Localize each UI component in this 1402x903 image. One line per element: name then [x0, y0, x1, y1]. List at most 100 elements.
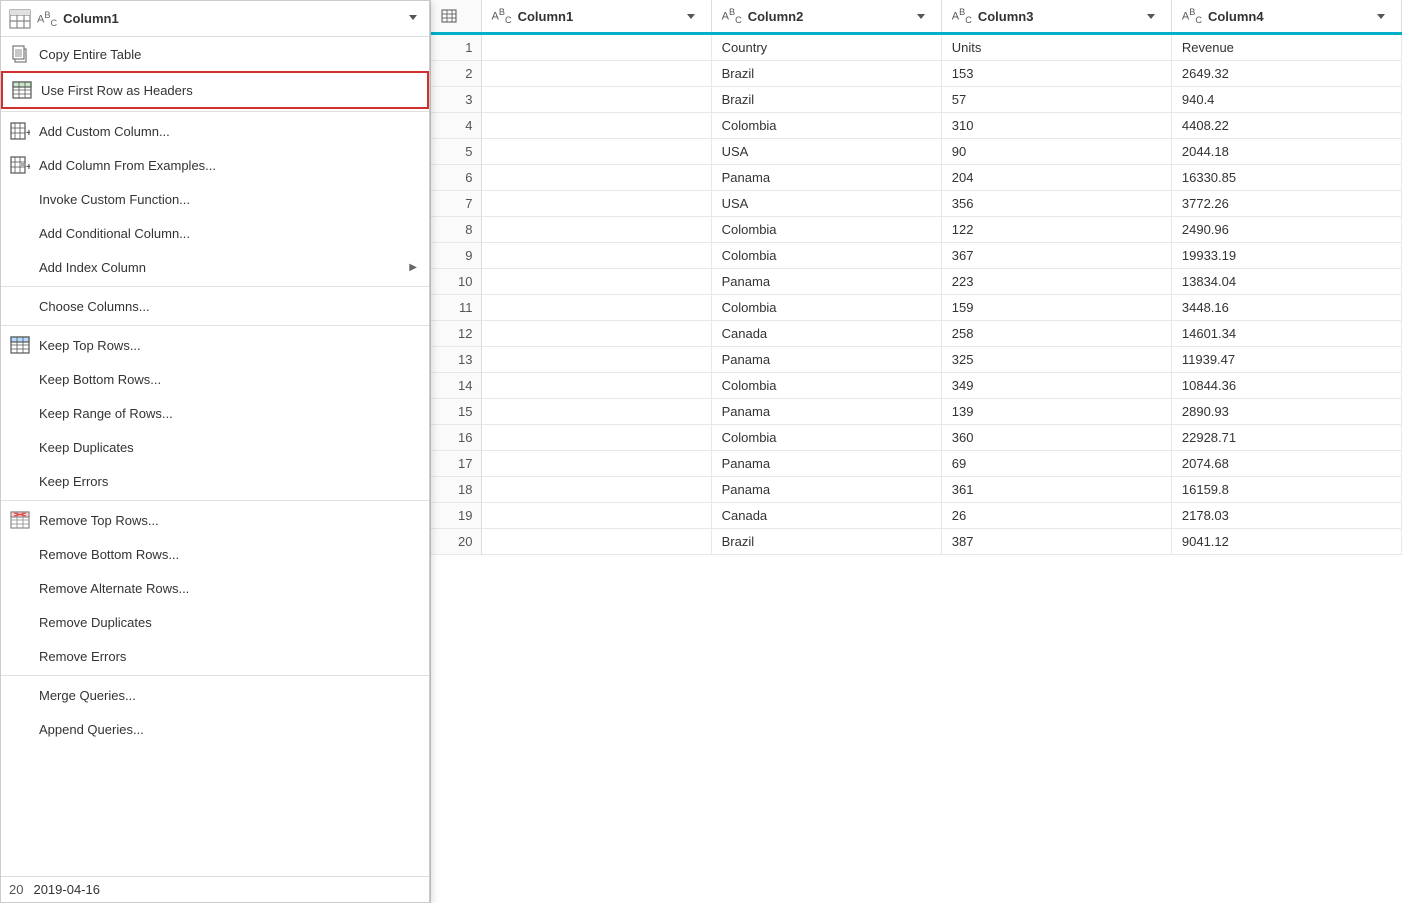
menu-item-remove-errors[interactable]: Remove Errors	[1, 639, 429, 673]
cell-18-col4: 2178.03	[1171, 503, 1401, 529]
col4-header: ABC Column4	[1171, 0, 1401, 34]
table-row: 10Panama22313834.04	[431, 269, 1402, 295]
menu-item-add-index-column[interactable]: Add Index Column ▶	[1, 250, 429, 284]
cell-8-col4: 19933.19	[1171, 243, 1401, 269]
remove-top-rows-label: Remove Top Rows...	[39, 513, 417, 528]
cell-18-col1	[481, 503, 711, 529]
cell-7-col3: 122	[941, 217, 1171, 243]
separator-4	[1, 500, 429, 501]
cell-1-col2: Brazil	[711, 61, 941, 87]
cell-3-col3: 310	[941, 113, 1171, 139]
col4-dropdown[interactable]	[1371, 6, 1391, 26]
col3-dropdown[interactable]	[1141, 6, 1161, 26]
add-col-examples-icon: +	[9, 154, 31, 176]
table-body: 1CountryUnitsRevenue2Brazil1532649.323Br…	[431, 34, 1402, 555]
table-row: 20Brazil3879041.12	[431, 529, 1402, 555]
menu-item-remove-top-rows[interactable]: Remove Top Rows...	[1, 503, 429, 537]
row-num-cell: 10	[431, 269, 481, 295]
menu-item-keep-range-rows[interactable]: Keep Range of Rows...	[1, 396, 429, 430]
index-col-arrow: ▶	[409, 262, 417, 273]
remove-errors-label: Remove Errors	[39, 649, 417, 664]
append-icon	[9, 718, 31, 740]
table-row: 2Brazil1532649.32	[431, 61, 1402, 87]
remove-top-svg	[10, 511, 30, 529]
bottom-row-date: 2019-04-16	[33, 882, 100, 897]
row-num-cell: 4	[431, 113, 481, 139]
add-custom-column-label: Add Custom Column...	[39, 124, 417, 139]
cell-12-col4: 11939.47	[1171, 347, 1401, 373]
remove-top-icon	[9, 509, 31, 531]
index-col-icon	[9, 256, 31, 278]
row-num-cell: 14	[431, 373, 481, 399]
remove-bottom-icon	[9, 543, 31, 565]
column1-header-label: Column1	[63, 11, 119, 26]
menu-item-choose-columns[interactable]: Choose Columns...	[1, 289, 429, 323]
cell-2-col2: Brazil	[711, 87, 941, 113]
menu-item-add-column-from-examples[interactable]: + Add Column From Examples...	[1, 148, 429, 182]
cell-19-col2: Brazil	[711, 529, 941, 555]
menu-item-remove-alternate-rows[interactable]: Remove Alternate Rows...	[1, 571, 429, 605]
menu-item-keep-duplicates[interactable]: Keep Duplicates	[1, 430, 429, 464]
cell-17-col4: 16159.8	[1171, 477, 1401, 503]
cell-5-col4: 16330.85	[1171, 165, 1401, 191]
menu-header: ABC Column1	[1, 1, 429, 37]
cell-19-col4: 9041.12	[1171, 529, 1401, 555]
cell-12-col2: Panama	[711, 347, 941, 373]
table-row: 4 Colombia3104408.22	[431, 113, 1402, 139]
table-row: 6Panama20416330.85	[431, 165, 1402, 191]
add-col-ex-svg: +	[10, 156, 30, 174]
col3-header: ABC Column3	[941, 0, 1171, 34]
cell-3-col2: Colombia	[711, 113, 941, 139]
menu-item-remove-bottom-rows[interactable]: Remove Bottom Rows...	[1, 537, 429, 571]
menu-item-keep-bottom-rows[interactable]: Keep Bottom Rows...	[1, 362, 429, 396]
menu-item-invoke-custom-function[interactable]: Invoke Custom Function...	[1, 182, 429, 216]
use-first-row-label: Use First Row as Headers	[41, 83, 415, 98]
cell-7-col1	[481, 217, 711, 243]
table-row: 14Colombia34910844.36	[431, 373, 1402, 399]
col2-dropdown[interactable]	[911, 6, 931, 26]
menu-item-keep-errors[interactable]: Keep Errors	[1, 464, 429, 498]
table-row: 15Panama1392890.93	[431, 399, 1402, 425]
menu-item-copy-entire-table[interactable]: Copy Entire Table	[1, 37, 429, 71]
data-table-area: ABC Column1 ABC Column2	[430, 0, 1402, 903]
context-menu: ABC Column1 Copy Entir	[0, 0, 430, 903]
col4-label: Column4	[1208, 9, 1264, 24]
add-col-examples-label: Add Column From Examples...	[39, 158, 417, 173]
cell-18-col2: Canada	[711, 503, 941, 529]
menu-item-remove-duplicates[interactable]: Remove Duplicates	[1, 605, 429, 639]
column-dropdown-arrow[interactable]	[405, 9, 421, 28]
col4-type: ABC	[1182, 7, 1202, 25]
separator-2	[1, 286, 429, 287]
cell-6-col1	[481, 191, 711, 217]
cell-3-col4: 4408.22	[1171, 113, 1401, 139]
menu-item-merge-queries[interactable]: Merge Queries...	[1, 678, 429, 712]
remove-duplicates-label: Remove Duplicates	[39, 615, 417, 630]
cell-12-col1	[481, 347, 711, 373]
cell-13-col1	[481, 373, 711, 399]
cell-8-col2: Colombia	[711, 243, 941, 269]
cell-9-col3: 223	[941, 269, 1171, 295]
cell-9-col1	[481, 269, 711, 295]
append-queries-label: Append Queries...	[39, 722, 417, 737]
cell-18-col3: 26	[941, 503, 1171, 529]
cell-11-col3: 258	[941, 321, 1171, 347]
cell-1-col1	[481, 61, 711, 87]
menu-item-append-queries[interactable]: Append Queries...	[1, 712, 429, 746]
table-row: 17Panama692074.68	[431, 451, 1402, 477]
cell-8-col1	[481, 243, 711, 269]
cell-15-col1	[481, 425, 711, 451]
menu-item-use-first-row[interactable]: Use First Row as Headers	[1, 71, 429, 109]
cell-15-col4: 22928.71	[1171, 425, 1401, 451]
row-num-cell: 20	[431, 529, 481, 555]
menu-item-keep-top-rows[interactable]: Keep Top Rows...	[1, 328, 429, 362]
invoke-fn-label: Invoke Custom Function...	[39, 192, 417, 207]
menu-item-add-custom-column[interactable]: + Add Custom Column...	[1, 114, 429, 148]
col1-dropdown[interactable]	[681, 6, 701, 26]
menu-item-add-conditional-column[interactable]: Add Conditional Column...	[1, 216, 429, 250]
col1-header: ABC Column1	[481, 0, 711, 34]
dropdown-icon	[405, 9, 421, 25]
cell-13-col3: 349	[941, 373, 1171, 399]
remove-alt-rows-label: Remove Alternate Rows...	[39, 581, 417, 596]
remove-bottom-rows-label: Remove Bottom Rows...	[39, 547, 417, 562]
cell-1-col4: 2649.32	[1171, 61, 1401, 87]
